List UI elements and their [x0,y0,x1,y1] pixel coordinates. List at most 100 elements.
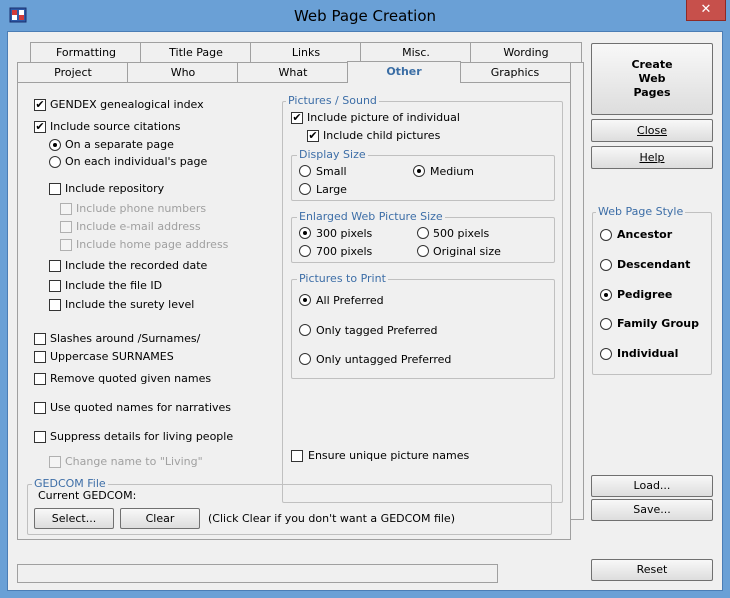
quoted-narratives-label: Use quoted names for narratives [50,401,232,414]
print-all-radio[interactable] [299,294,311,306]
size-700-label: 700 pixels [316,245,373,258]
size-300-radio[interactable] [299,227,311,239]
print-all-label: All Preferred [316,294,384,307]
size-large-label: Large [316,183,347,196]
phone-numbers-checkbox[interactable] [60,203,72,215]
pictures-sound-title: Pictures / Sound [286,94,379,107]
slashes-surnames-label: Slashes around /Surnames/ [50,332,201,345]
gedcom-hint-text: (Click Clear if you don't want a GEDCOM … [208,512,455,525]
style-family-group-radio[interactable] [600,318,612,330]
window-title: Web Page Creation [293,7,437,25]
create-line-3: Pages [633,86,671,99]
phone-numbers-label: Include phone numbers [76,202,207,215]
include-child-checkbox[interactable]: ✔ [307,130,319,142]
radio-dot [604,293,608,297]
remove-quoted-label: Remove quoted given names [50,372,212,385]
home-page-label: Include home page address [76,238,229,251]
window-close-button[interactable]: ✕ [686,0,726,21]
unique-names-checkbox[interactable] [291,450,303,462]
each-page-radio[interactable] [49,156,61,168]
current-gedcom-label: Current GEDCOM: [38,489,137,502]
suppress-living-label: Suppress details for living people [50,430,234,443]
size-medium-label: Medium [430,165,474,178]
tab-title-page[interactable]: Title Page [140,42,252,62]
client-area: Formatting Title Page Links Misc. Wordin… [7,31,723,591]
recorded-date-checkbox[interactable] [49,260,61,272]
include-repository-checkbox[interactable] [49,183,61,195]
size-original-radio[interactable] [417,245,429,257]
gedcom-clear-button[interactable]: Clear [120,508,200,529]
uppercase-surnames-label: Uppercase SURNAMES [50,350,174,363]
separate-page-radio[interactable] [49,139,61,151]
title-bar: Web Page Creation ✕ [0,0,730,31]
slashes-surnames-checkbox[interactable] [34,333,46,345]
include-child-label: Include child pictures [323,129,441,142]
source-citations-label: Include source citations [50,120,181,133]
include-repository-label: Include repository [65,182,165,195]
tab-graphics[interactable]: Graphics [459,62,571,82]
tab-who[interactable]: Who [127,62,239,82]
style-ancestor-label: Ancestor [617,228,673,241]
pictures-to-print-title: Pictures to Print [297,272,388,285]
size-500-radio[interactable] [417,227,429,239]
include-picture-checkbox[interactable]: ✔ [291,112,303,124]
radio-dot [417,169,421,173]
tab-project[interactable]: Project [17,62,129,82]
file-id-label: Include the file ID [65,279,163,292]
quoted-narratives-checkbox[interactable] [34,402,46,414]
enlarged-size-title: Enlarged Web Picture Size [297,210,445,223]
size-large-radio[interactable] [299,183,311,195]
recorded-date-label: Include the recorded date [65,259,208,272]
load-button[interactable]: Load... [591,475,713,497]
radio-dot [303,231,307,235]
file-id-checkbox[interactable] [49,280,61,292]
tab-links[interactable]: Links [250,42,362,62]
gedcom-select-button[interactable]: Select... [34,508,114,529]
style-family-group-label: Family Group [617,317,700,330]
gendex-checkbox[interactable]: ✔ [34,99,46,111]
style-individual-label: Individual [617,347,679,360]
size-small-radio[interactable] [299,165,311,177]
close-button[interactable]: Close [591,119,713,142]
source-citations-checkbox[interactable]: ✔ [34,121,46,133]
uppercase-surnames-checkbox[interactable] [34,351,46,363]
size-500-label: 500 pixels [433,227,490,240]
surety-level-label: Include the surety level [65,298,195,311]
tab-formatting[interactable]: Formatting [30,42,142,62]
include-picture-label: Include picture of individual [307,111,460,124]
style-descendant-radio[interactable] [600,259,612,271]
suppress-living-checkbox[interactable] [34,431,46,443]
create-line-1: Create [631,58,673,71]
home-page-checkbox[interactable] [60,239,72,251]
print-tagged-radio[interactable] [299,324,311,336]
email-address-checkbox[interactable] [60,221,72,233]
surety-level-checkbox[interactable] [49,299,61,311]
change-living-checkbox[interactable] [49,456,61,468]
style-pedigree-label: Pedigree [617,288,673,301]
tab-wording[interactable]: Wording [470,42,582,62]
tab-other[interactable]: Other [347,61,461,83]
tab-misc[interactable]: Misc. [360,42,472,62]
save-button[interactable]: Save... [591,499,713,521]
reset-button[interactable]: Reset [591,559,713,581]
gendex-label: GENDEX genealogical index [50,98,204,111]
print-untagged-label: Only untagged Preferred [316,353,452,366]
size-medium-radio[interactable] [413,165,425,177]
size-700-radio[interactable] [299,245,311,257]
style-individual-radio[interactable] [600,348,612,360]
remove-quoted-checkbox[interactable] [34,373,46,385]
print-tagged-label: Only tagged Preferred [316,324,438,337]
style-ancestor-radio[interactable] [600,229,612,241]
create-line-2: Web [638,72,666,85]
unique-names-label: Ensure unique picture names [308,449,470,462]
window: Web Page Creation ✕ Formatting Title Pag… [0,0,730,598]
separate-page-label: On a separate page [65,138,174,151]
help-button[interactable]: Help [591,146,713,169]
display-size-title: Display Size [297,148,368,161]
tab-what[interactable]: What [237,62,349,82]
size-300-label: 300 pixels [316,227,373,240]
radio-dot [53,143,57,147]
create-web-pages-button[interactable]: Create Web Pages [591,43,713,115]
style-pedigree-radio[interactable] [600,289,612,301]
print-untagged-radio[interactable] [299,353,311,365]
